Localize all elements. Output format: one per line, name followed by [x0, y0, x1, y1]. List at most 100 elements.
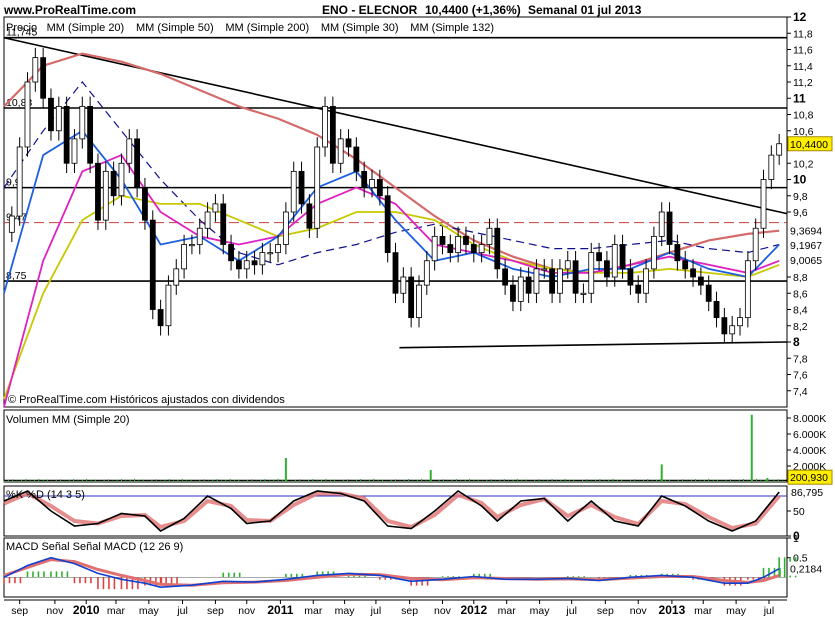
candle-body — [502, 268, 509, 286]
value-box-label: 9,3694 — [790, 226, 822, 238]
candle-body — [737, 317, 743, 327]
legend-item: MM (Simple 132) — [410, 22, 494, 34]
candle-body — [361, 170, 368, 189]
candle-body — [400, 276, 407, 294]
macd-last-label: 0,2184 — [790, 564, 822, 576]
x-tick-label: sep — [207, 605, 224, 617]
candle-body — [447, 244, 454, 254]
candle-body — [157, 309, 164, 327]
candle-body — [102, 170, 109, 221]
candle-body — [494, 227, 501, 270]
candle-body — [220, 203, 227, 245]
candle-body — [212, 203, 219, 213]
legend-item: MM (Simple 20) — [47, 22, 125, 34]
x-tick-label: mar — [304, 605, 323, 617]
level-label: 11,745 — [6, 27, 37, 39]
macd-title: MACD Señal Señal MACD (12 26 9) — [6, 541, 183, 553]
candle-body — [549, 268, 555, 294]
x-tick-label: may — [335, 605, 356, 617]
candle-body — [416, 284, 422, 319]
candle-body — [635, 284, 642, 294]
candle-body — [650, 235, 657, 270]
candle-body — [55, 105, 62, 132]
candle-body — [697, 276, 704, 286]
candle-body — [251, 260, 258, 266]
candle-body — [713, 300, 720, 319]
candle-body — [79, 105, 86, 140]
candle-body — [705, 284, 712, 302]
candle-body — [353, 146, 360, 172]
x-tick-label: jul — [176, 605, 188, 617]
y-tick-label: 8 — [793, 335, 800, 349]
y-tick-label: 11,8 — [793, 28, 813, 40]
candle-body — [627, 268, 634, 286]
candle-body — [322, 105, 328, 148]
y-tick-label: 9,8 — [793, 191, 808, 203]
candle-body — [149, 219, 156, 310]
x-tick-label: jul — [565, 605, 577, 617]
candle-body — [87, 105, 94, 164]
x-tick-label: 2012 — [460, 603, 487, 617]
candle-body — [486, 227, 493, 245]
y-tick-label: 11,6 — [793, 45, 813, 57]
y-tick-label: 6.000K — [793, 429, 826, 441]
candle-body — [345, 138, 352, 148]
candle-body — [611, 244, 618, 278]
price-change-label: 10,4400 (+1,36%) — [425, 3, 521, 17]
site-name: www.ProRealTime.com — [3, 3, 136, 17]
x-tick-label: mar — [498, 605, 517, 617]
stochastic-frame — [3, 485, 788, 537]
candle-body — [744, 260, 751, 319]
candle-body — [580, 292, 587, 295]
y-tick-label: 50 — [793, 506, 805, 518]
candle-body — [142, 187, 148, 221]
volume-title: Volumen MM (Simple 20) — [6, 414, 130, 426]
y-tick-label: 8,4 — [793, 305, 808, 317]
candle-body — [510, 284, 516, 302]
symbol-label: ENO - ELECNOR — [322, 3, 418, 17]
period-label: Semanal 01 jul 2013 — [528, 3, 642, 17]
x-tick-label: mar — [694, 605, 713, 617]
y-tick-label: 9,6 — [793, 207, 808, 219]
stoch-last-label: 86,795 — [791, 487, 823, 499]
legend-item: MM (Simple 200) — [225, 22, 309, 34]
x-tick-label: nov — [434, 605, 452, 617]
chart-canvas: www.ProRealTime.com ENO - ELECNOR 10,440… — [3, 3, 833, 617]
y-tick-label: 8,6 — [793, 288, 808, 300]
y-tick-label: 10 — [793, 173, 807, 187]
x-tick-label: sep — [597, 605, 614, 617]
candle-body — [776, 143, 783, 156]
y-tick-label: 7,6 — [793, 370, 808, 382]
candle-body — [596, 252, 602, 262]
candle-body — [235, 260, 242, 270]
candle-body — [682, 260, 689, 270]
x-tick-label: sep — [11, 605, 28, 617]
candle-body — [604, 260, 610, 278]
candle-body — [40, 57, 47, 99]
x-tick-label: jul — [370, 605, 382, 617]
stoch-d-line — [3, 491, 781, 531]
candle-body — [126, 138, 133, 164]
y-tick-label: 10,8 — [793, 110, 814, 122]
candle-body — [181, 244, 187, 270]
candle-body — [48, 97, 54, 132]
candle-body — [118, 162, 125, 197]
candle-body — [439, 235, 446, 245]
x-tick-label: sep — [401, 605, 418, 617]
y-tick-label: 11 — [793, 91, 806, 105]
y-tick-label: 10,2 — [793, 158, 814, 170]
candle-body — [110, 170, 117, 197]
candle-body — [95, 162, 101, 221]
candle-body — [165, 284, 172, 327]
x-tick-label: 2013 — [659, 603, 686, 617]
legend-item: MM (Simple 30) — [321, 22, 399, 34]
macd-line — [3, 556, 780, 589]
candle-body — [729, 325, 736, 335]
candle-body — [204, 211, 211, 229]
candle-body — [455, 235, 462, 254]
trendline — [399, 341, 788, 349]
stochastic-panel: 500%K %D (14 3 5) 86,795 — [3, 485, 823, 543]
candle-body — [243, 260, 250, 270]
volume-last-label: 200,930 — [790, 472, 828, 484]
candle-body — [423, 260, 430, 286]
